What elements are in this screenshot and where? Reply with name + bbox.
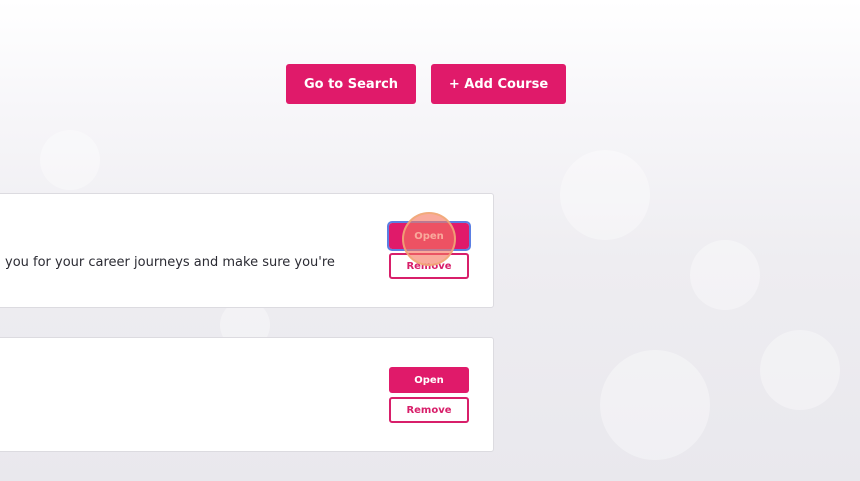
course-actions: Open Remove xyxy=(389,367,469,423)
go-to-search-button[interactable]: Go to Search xyxy=(286,64,416,104)
course-actions: Open Remove xyxy=(387,221,471,279)
open-course-button[interactable]: Open xyxy=(389,367,469,393)
course-card: Open Remove xyxy=(0,337,494,452)
open-course-button[interactable]: Open xyxy=(387,221,471,251)
remove-course-button[interactable]: Remove xyxy=(389,397,469,423)
background-bokeh xyxy=(40,130,100,190)
add-course-button[interactable]: + Add Course xyxy=(431,64,566,104)
background-bokeh xyxy=(560,150,650,240)
background-bokeh xyxy=(690,240,760,310)
background-bokeh xyxy=(760,330,840,410)
course-card: you for your career journeys and make su… xyxy=(0,193,494,308)
background-bokeh xyxy=(600,350,710,460)
course-description: you for your career journeys and make su… xyxy=(5,255,335,270)
remove-course-button[interactable]: Remove xyxy=(389,253,469,279)
top-actions: Go to Search + Add Course xyxy=(286,64,566,104)
